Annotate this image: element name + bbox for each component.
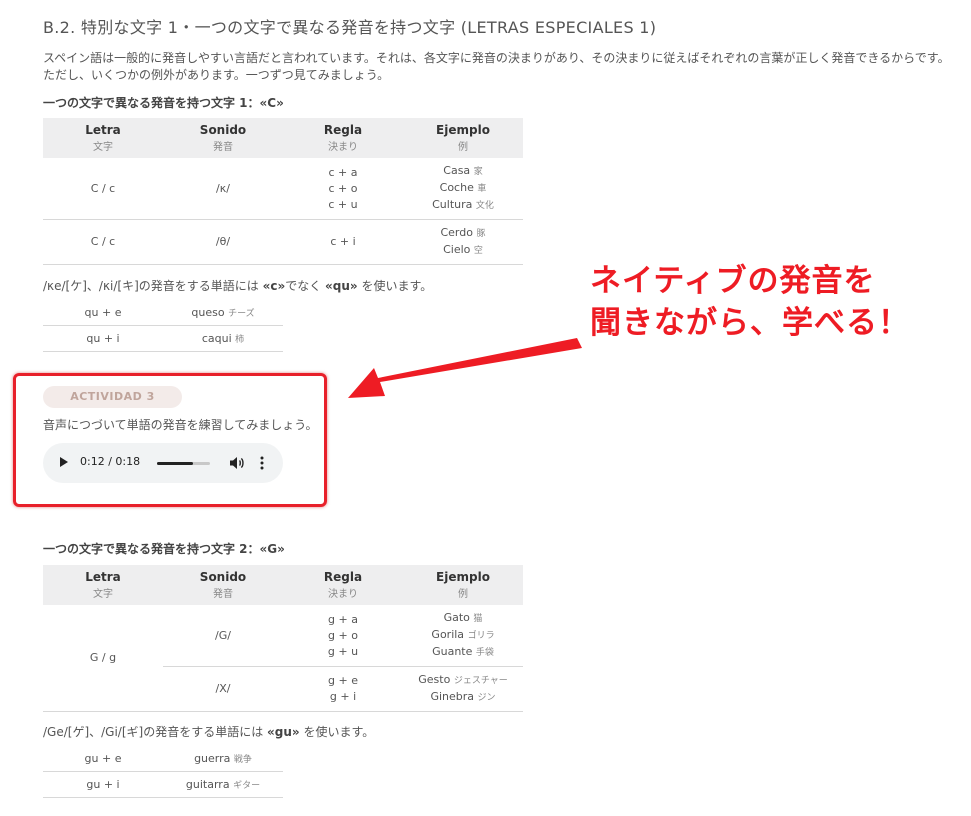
table-row: qu + i caqui 柿	[43, 325, 283, 352]
table-row: C / c /θ/ c + i Cerdo 豚 Cielo 空	[43, 219, 523, 265]
play-icon[interactable]	[60, 457, 68, 467]
cell-ejemplo: Gesto ジェスチャー Ginebra ジン	[403, 666, 523, 712]
audio-progress-fill	[157, 462, 193, 465]
header-ejemplo: Ejemplo 例	[403, 118, 523, 158]
header-ejemplo: Ejemplo 例	[403, 565, 523, 605]
cell-regla: g + a g + o g + u	[283, 605, 403, 667]
table-row: G / g /G/ g + a g + o g + u Gato 猫 Goril…	[43, 605, 523, 712]
table-row: gu + e guerra 戦争	[43, 746, 283, 772]
section-g-title: 一つの文字で異なる発音を持つ文字 2：«G»	[43, 542, 285, 556]
header-sonido: Sonido 発音	[163, 118, 283, 158]
cell-ejemplo: Cerdo 豚 Cielo 空	[403, 219, 523, 265]
callout-text: ネイティブの発音を 聞きながら、学べる！	[590, 263, 910, 341]
cell-regla: g + e g + i	[283, 666, 403, 712]
activity-instruction: 音声につづいて単語の発音を練習してみましょう。	[43, 418, 318, 432]
cell-regla: c + i	[283, 219, 403, 265]
qu-note: /κe/[ケ]、/κi/[キ]の発音をする単語には «c»でなく «qu» を使…	[43, 279, 433, 293]
pronunciation-table-c: Letra 文字 Sonido 発音 Regla 決まり Ejemplo 例 C / c…	[43, 118, 523, 265]
cell-letra: C / c	[43, 158, 163, 220]
header-sonido: Sonido 発音	[163, 565, 283, 605]
pronunciation-table-g: Letra 文字 Sonido 発音 Regla 決まり Ejemplo 例 G / g…	[43, 565, 523, 712]
section-heading: B.2. 特別な文字 1・一つの文字で異なる発音を持つ文字 (LETRAS ES…	[43, 18, 657, 37]
qu-examples-table: qu + e queso チーズ qu + i caqui 柿	[43, 300, 283, 352]
audio-time: 0:12 / 0:18	[80, 455, 141, 468]
header-letra: Letra 文字	[43, 118, 163, 158]
cell-letra: G / g	[43, 605, 163, 712]
header-regla: Regla 決まり	[283, 565, 403, 605]
gu-note: /Ge/[ゲ]、/Gi/[ギ]の発音をする単語には «gu» を使います。	[43, 725, 375, 739]
section-c-title: 一つの文字で異なる発音を持つ文字 1：«C»	[43, 96, 284, 110]
cell-sonido: /X/	[163, 666, 283, 712]
arrow-icon	[348, 338, 582, 398]
cell-ejemplo: Gato 猫 Gorila ゴリラ Guante 手袋	[403, 605, 523, 667]
intro-line-1: スペイン語は一般的に発音しやすい言語だと言われています。それは、各文字に発音の決…	[43, 51, 950, 65]
cell-ejemplo: Casa 家 Coche 車 Cultura 文化	[403, 158, 523, 220]
header-regla: Regla 決まり	[283, 118, 403, 158]
table-row: qu + e queso チーズ	[43, 300, 283, 326]
gu-examples-table: gu + e guerra 戦争 gu + i guitarra ギター	[43, 746, 283, 798]
cell-sonido: /κ/	[163, 158, 283, 220]
volume-icon[interactable]	[229, 456, 245, 470]
cell-sonido: /θ/	[163, 219, 283, 265]
table-row: gu + i guitarra ギター	[43, 771, 283, 798]
intro-paragraph: スペイン語は一般的に発音しやすい言語だと言われています。それは、各文字に発音の決…	[43, 50, 963, 84]
more-vert-icon[interactable]	[256, 456, 268, 470]
table-row: C / c /κ/ c + a c + o c + u Casa 家 Coche…	[43, 158, 523, 220]
cell-sonido: /G/	[163, 605, 283, 667]
cell-regla: c + a c + o c + u	[283, 158, 403, 220]
cell-letra: C / c	[43, 219, 163, 265]
audio-progress-bar[interactable]	[157, 462, 210, 465]
intro-line-2: ただし、いくつかの例外があります。一つずつ見てみましょう。	[43, 68, 390, 82]
header-letra: Letra 文字	[43, 565, 163, 605]
activity-badge: ACTIVIDAD 3	[43, 386, 182, 408]
